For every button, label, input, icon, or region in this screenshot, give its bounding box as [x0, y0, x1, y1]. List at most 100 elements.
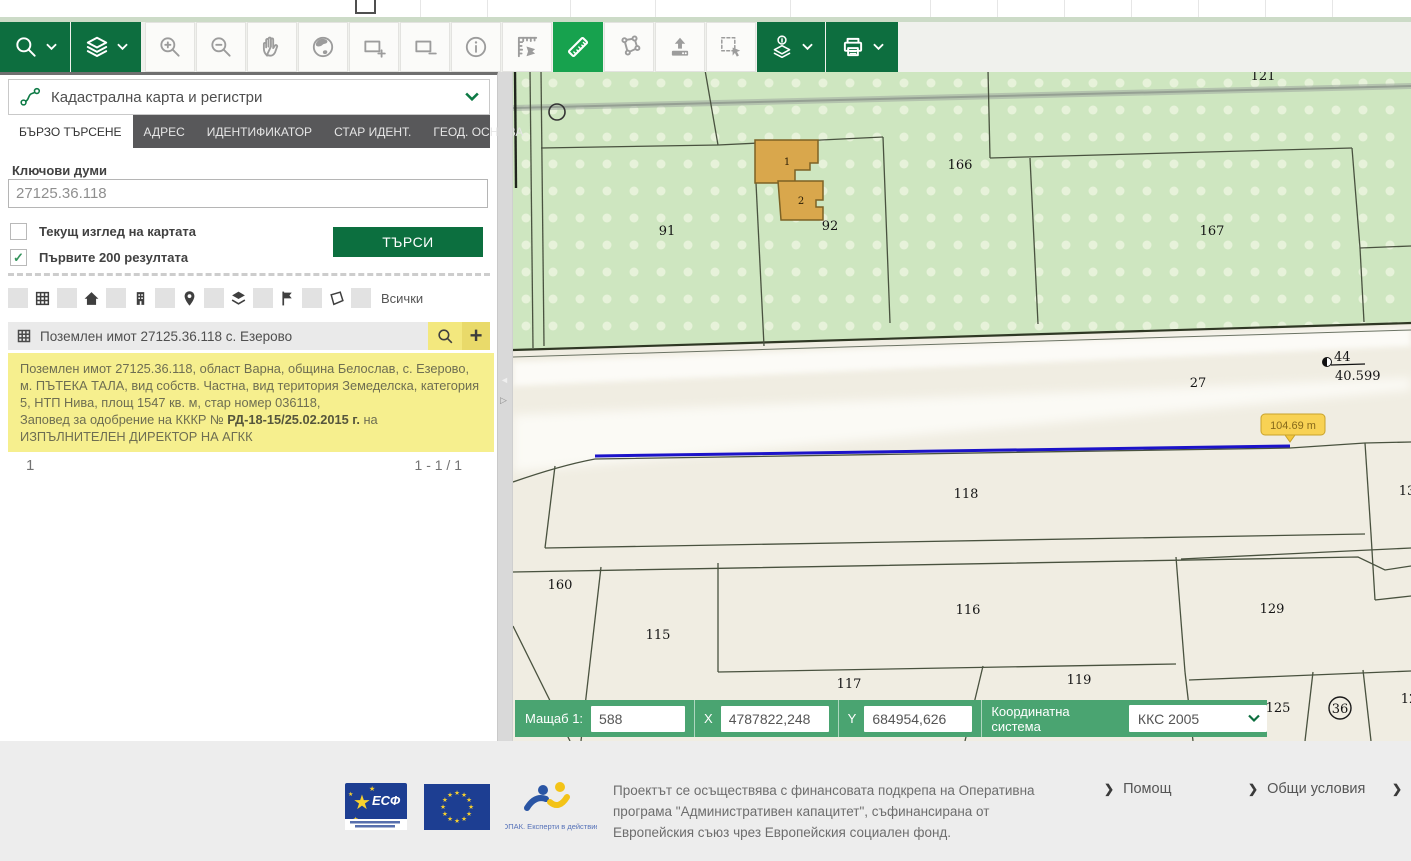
- filter-checkbox-zone[interactable]: [204, 288, 224, 308]
- svg-text:★: ★: [468, 803, 474, 811]
- divider: [694, 700, 695, 737]
- filter-checkbox-parcel[interactable]: [8, 288, 28, 308]
- filter-checkbox-structure[interactable]: [106, 288, 126, 308]
- browser-strip: [0, 0, 1411, 17]
- first200-checkbox[interactable]: ✓: [10, 249, 27, 266]
- parcel-label: 12: [1401, 692, 1411, 707]
- keywords-input[interactable]: [8, 179, 488, 208]
- tab-address[interactable]: АДРЕС: [133, 115, 196, 148]
- divider: [8, 273, 490, 276]
- tab-geodetic-base[interactable]: ГЕОД. ОСНОВА: [422, 115, 534, 148]
- svg-text:★: ★: [466, 796, 472, 804]
- overview-globe-button[interactable]: [298, 22, 348, 72]
- filter-checkbox-point[interactable]: [155, 288, 175, 308]
- current-view-checkbox[interactable]: [10, 223, 27, 240]
- layers-icon: [84, 34, 110, 60]
- pagination: 1 1 - 1 / 1: [0, 457, 498, 479]
- service-title: Кадастрална карта и регистри: [51, 89, 262, 106]
- measure-rulers-icon: [514, 34, 540, 60]
- zoom-rect-out-button[interactable]: [400, 22, 450, 72]
- zoom-out-button[interactable]: [196, 22, 246, 72]
- divider: [997, 0, 998, 17]
- svg-text:★: ★: [440, 803, 446, 811]
- upload-button[interactable]: [655, 22, 705, 72]
- filter-checkbox-building[interactable]: [57, 288, 77, 308]
- footer-link-terms[interactable]: ❯ Общи условия: [1248, 781, 1365, 797]
- info-layers-icon: [769, 34, 795, 60]
- tab-identifier[interactable]: ИДЕНТИФИКАТОР: [196, 115, 323, 148]
- filter-checkbox-landmark[interactable]: [253, 288, 273, 308]
- result-zoom-button[interactable]: [428, 322, 462, 350]
- result-add-button[interactable]: +: [462, 322, 490, 350]
- kais-cadastre-app: Кадастрална карта и регистри БЪРЗО ТЪРСЕ…: [0, 0, 1411, 861]
- parcel-label: 115: [646, 628, 671, 643]
- search-dropdown-button[interactable]: [0, 22, 70, 72]
- info-icon: [463, 34, 489, 60]
- divider: [420, 0, 421, 17]
- filter-checkbox-territory[interactable]: [302, 288, 322, 308]
- scale-input[interactable]: [591, 706, 685, 732]
- polygon-icon: [328, 290, 345, 307]
- page-number[interactable]: 1: [26, 457, 34, 474]
- svg-text:★: ★: [461, 791, 467, 799]
- parcel-label: 27: [1190, 376, 1207, 391]
- opak-logo: ОПАК. Експерти в действие: [505, 778, 597, 836]
- svg-text:★: ★: [454, 789, 460, 797]
- svg-text:★: ★: [447, 815, 453, 823]
- home-icon: [83, 290, 100, 307]
- building-label: 2: [798, 196, 804, 207]
- y-coordinate-input[interactable]: [864, 706, 972, 732]
- footer-link-contacts[interactable]: ❯ К: [1392, 781, 1411, 797]
- expand-right-arrow[interactable]: ▷: [500, 395, 507, 406]
- filter-checkbox-all[interactable]: [351, 288, 371, 308]
- scale-label: Мащаб 1:: [525, 711, 583, 726]
- layers-dropdown-button[interactable]: [71, 22, 141, 72]
- y-label: Y: [848, 711, 857, 726]
- search-tabs: БЪРЗО ТЪРСЕНЕ АДРЕС ИДЕНТИФИКАТОР СТАР И…: [8, 115, 490, 148]
- map-info-dropdown-button[interactable]: [757, 22, 825, 72]
- crs-label: Координатна система: [991, 704, 1121, 734]
- x-coordinate-input[interactable]: [721, 706, 829, 732]
- measure-tooltip-text: 104.69 m: [1270, 420, 1316, 432]
- project-funding-text: Проектът се осъществява с финансовата по…: [613, 780, 1065, 843]
- parcel-label: 167: [1200, 224, 1225, 239]
- parcel-grid-icon: [34, 290, 51, 307]
- divider: [790, 0, 791, 17]
- select-features-button[interactable]: [706, 22, 756, 72]
- chevron-down-icon: [873, 43, 884, 51]
- parcel-grid-icon: [16, 328, 32, 344]
- page-range: 1 - 1 / 1: [415, 457, 462, 473]
- measure-area-button[interactable]: [502, 22, 552, 72]
- print-dropdown-button[interactable]: [826, 22, 898, 72]
- esf-logo-text: ЕСФ: [372, 793, 401, 808]
- result-row[interactable]: Поземлен имот 27125.36.118 с. Езерово +: [8, 322, 490, 350]
- identify-info-button[interactable]: [451, 22, 501, 72]
- zoom-in-button[interactable]: [145, 22, 195, 72]
- survey-point-number: 44: [1334, 350, 1351, 365]
- current-view-label: Текущ изглед на картата: [39, 224, 196, 239]
- parcel-label: 116: [956, 603, 981, 618]
- svg-text:★: ★: [454, 817, 460, 825]
- search-icon: [13, 34, 39, 60]
- zoom-rect-in-button[interactable]: [349, 22, 399, 72]
- divider: [1198, 0, 1199, 17]
- divider: [655, 0, 656, 17]
- map-canvas[interactable]: 1 2: [513, 70, 1411, 741]
- order-prefix: Заповед за одобрение на КККР №: [20, 412, 227, 427]
- collapse-left-arrow[interactable]: ◄: [500, 375, 509, 385]
- parcel-label: 118: [954, 487, 979, 502]
- crs-select[interactable]: ККС 2005: [1129, 705, 1267, 732]
- tab-quick-search[interactable]: БЪРЗО ТЪРСЕНЕ: [8, 115, 133, 148]
- pan-button[interactable]: [247, 22, 297, 72]
- chevron-down-icon: [465, 92, 479, 102]
- tab-old-ident[interactable]: СТАР ИДЕНТ.: [323, 115, 422, 148]
- search-button[interactable]: ТЪРСИ: [333, 227, 483, 257]
- result-details: Поземлен имот 27125.36.118, област Варна…: [8, 353, 494, 452]
- service-selector[interactable]: Кадастрална карта и регистри: [8, 79, 490, 115]
- footer-link-help[interactable]: ❯ Помощ: [1104, 781, 1172, 797]
- location-pin-icon: [181, 290, 198, 307]
- measure-distance-button[interactable]: [553, 22, 603, 72]
- globe-icon: [310, 34, 336, 60]
- measure-polygon-button[interactable]: [604, 22, 654, 72]
- building-label: 1: [784, 157, 790, 168]
